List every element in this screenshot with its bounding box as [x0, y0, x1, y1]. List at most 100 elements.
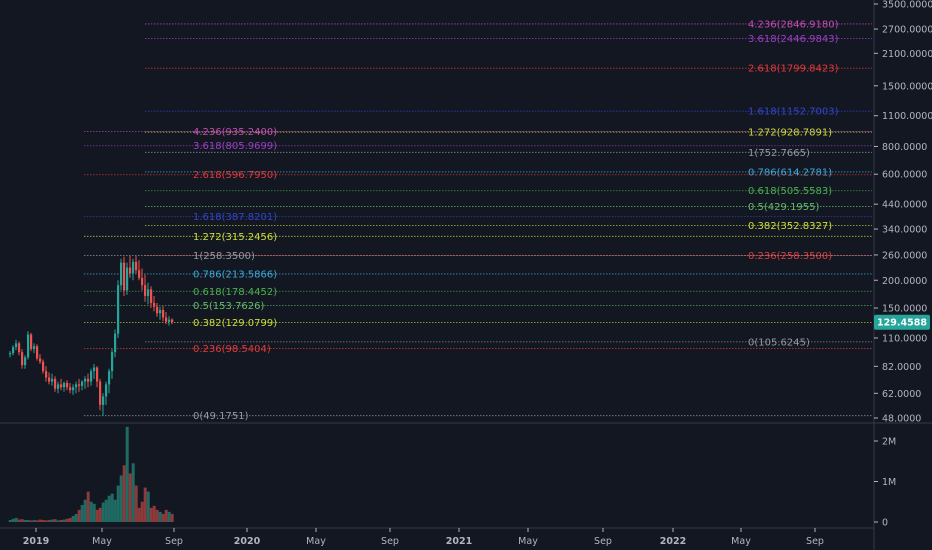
volume-bar [143, 487, 147, 522]
price-tick-label: 340.0000 [882, 225, 927, 236]
fib-level-label: 0(105.6245) [748, 337, 810, 348]
fib-level-label: 0.236(98.5404) [193, 344, 271, 355]
volume-bar [59, 519, 63, 522]
candle-body [51, 378, 54, 382]
fib-level-label: 0.236(258.3500) [748, 251, 832, 262]
candle-body [45, 371, 48, 378]
candle [84, 376, 87, 389]
candle [102, 393, 105, 417]
candle [27, 331, 30, 360]
candle-body [141, 277, 144, 286]
candle [147, 282, 150, 305]
candle [138, 260, 141, 281]
candle-body [126, 267, 129, 291]
candle [123, 256, 126, 296]
time-tick-label: 2019 [23, 536, 49, 547]
candle-body [72, 387, 75, 391]
candle-body [21, 352, 24, 366]
candle-body [12, 347, 15, 354]
candle-body [81, 381, 84, 386]
candle-body [171, 319, 174, 323]
candle [93, 363, 96, 379]
volume-bar [107, 495, 111, 522]
candle [30, 332, 33, 352]
price-tick-label: 2700.0000 [882, 25, 932, 36]
candle [150, 286, 153, 309]
time-tick-label: Sep [381, 536, 399, 547]
candle-body [147, 289, 150, 296]
volume-bar [113, 499, 117, 522]
candle-body [93, 367, 96, 372]
candle [90, 368, 93, 386]
volume-axis[interactable]: 2M 1M 0 [874, 437, 896, 529]
fib-level-label: 0.786(213.5866) [193, 269, 277, 280]
time-tick-label: May [518, 536, 538, 547]
volume-bar [47, 519, 51, 522]
volume-bar [140, 501, 144, 522]
candle-body [9, 353, 12, 355]
time-tick-label: May [92, 536, 112, 547]
time-tick-label: 2022 [660, 536, 686, 547]
price-tick-label: 82.0000 [882, 362, 921, 373]
candle [63, 381, 66, 392]
candle [135, 255, 138, 274]
volume-bar [68, 517, 72, 522]
price-tick-label: 200.0000 [882, 276, 927, 287]
volume-bar [44, 520, 48, 522]
volume-bar [131, 463, 135, 522]
candle [87, 373, 90, 388]
candle [75, 381, 78, 394]
candle-body [165, 317, 168, 322]
volume-bar [152, 505, 156, 522]
candle [117, 280, 120, 338]
candle-body [102, 396, 105, 405]
candle-body [105, 384, 108, 397]
volume-bar [158, 511, 162, 522]
candle-body [90, 371, 93, 382]
volume-tick-label: 2M [882, 437, 896, 448]
volume-bar [32, 519, 36, 522]
fibonacci-extension-drawings[interactable]: 4.236(2846.9180) 3.618(2446.9843) 2.618(17… [84, 19, 872, 422]
volume-bar [89, 501, 93, 522]
fib-level-label: 0.786(614.2781) [748, 167, 832, 178]
fib-extension-upper[interactable]: 4.236(2846.9180) 3.618(2446.9843) 2.618(17… [145, 19, 872, 348]
candle-body [63, 382, 66, 388]
candle-body [156, 306, 159, 314]
volume-bar [122, 465, 126, 522]
volume-bar [110, 493, 114, 522]
price-tick-label: 440.0000 [882, 200, 927, 211]
candle-body [135, 261, 138, 271]
fib-level-label: 0.382(129.0799) [193, 318, 277, 329]
price-tick-label: 150.0000 [882, 304, 927, 315]
candle [57, 381, 60, 394]
fib-level-label: 3.618(2446.9843) [748, 34, 839, 45]
candle [132, 258, 135, 281]
candle-body [33, 346, 36, 350]
candle-body [87, 378, 90, 382]
candle-body [159, 309, 162, 314]
price-tick-label: 3500.0000 [882, 0, 932, 11]
candle [162, 306, 165, 322]
volume-bar [164, 509, 168, 522]
candle [144, 274, 147, 302]
candle-body [15, 343, 18, 348]
volume-bar [62, 519, 66, 522]
time-axis[interactable]: 2019 May Sep 2020 May Sep 2021 May Sep 2022 May Sep [23, 528, 824, 547]
volume-bar [8, 519, 12, 522]
volume-bar [17, 519, 21, 522]
volume-bar [137, 507, 141, 522]
candle-body [129, 267, 132, 274]
volume-bar [20, 519, 24, 522]
candle-body [18, 343, 21, 353]
candle [159, 306, 162, 320]
candle-body [39, 358, 42, 362]
trading-chart[interactable]: 4.236(2846.9180) 3.618(2446.9843) 2.618(17… [0, 0, 932, 550]
time-tick-label: 2020 [234, 536, 261, 547]
price-axis[interactable]: 3500.0000 2700.0000 2100.0000 1500.0000 1100… [874, 0, 932, 425]
candle [105, 381, 108, 405]
candle [21, 349, 24, 369]
volume-bar [26, 519, 30, 522]
candle [48, 372, 51, 385]
volume-bar [86, 491, 90, 522]
fib-level-label: 0.5(153.7626) [193, 301, 265, 312]
